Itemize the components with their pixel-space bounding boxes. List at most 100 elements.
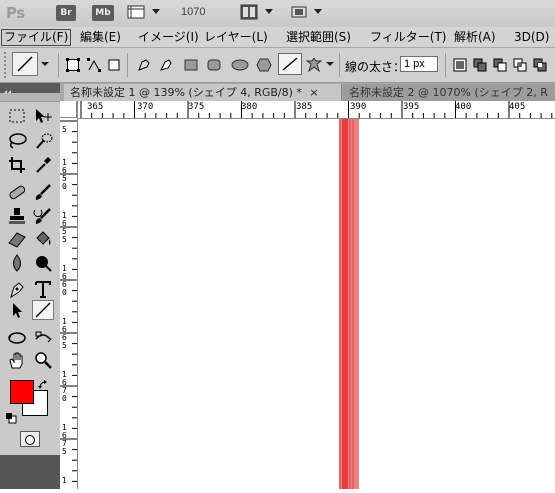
ruler-label: 405 <box>509 102 526 112</box>
menu-file[interactable]: ファイル(F) <box>1 29 72 46</box>
tab-document-2[interactable]: 名称未設定 2 @ 1070% (シェイプ 2, R <box>343 84 555 101</box>
screen-mode-chevron-down-icon[interactable] <box>314 9 322 14</box>
polygon-tool-icon[interactable] <box>256 57 272 72</box>
arrange-documents-icon[interactable] <box>240 4 258 20</box>
quick-selection-icon[interactable] <box>32 131 54 151</box>
menu-edit[interactable]: 編集(E) <box>80 30 121 45</box>
tab-close-icon[interactable]: × <box>309 86 318 99</box>
intersect-shape-areas-icon[interactable] <box>513 57 527 72</box>
healing-brush-icon[interactable] <box>6 182 28 202</box>
move-tool-icon[interactable] <box>32 106 54 126</box>
preset-chevron-down-icon[interactable] <box>41 62 49 66</box>
application-bar <box>0 0 555 27</box>
screen-mode-icon[interactable] <box>290 4 308 20</box>
view-extras-icon[interactable] <box>127 4 145 20</box>
arrange-chevron-down-icon[interactable] <box>265 9 273 14</box>
ruler-label: 395 <box>403 102 420 112</box>
menu-analysis[interactable]: 解析(A) <box>454 30 496 45</box>
marquee-tool-icon[interactable] <box>6 106 28 126</box>
add-to-shape-area-icon[interactable] <box>473 57 487 72</box>
foreground-color-swatch[interactable] <box>10 380 34 404</box>
dodge-tool-icon[interactable] <box>32 253 54 273</box>
eyedropper-icon[interactable] <box>32 155 54 175</box>
vertical-ruler-label: 1655 <box>62 211 67 244</box>
exclude-overlapping-icon[interactable] <box>533 57 547 72</box>
vertical-ruler-label: 1650 <box>62 158 67 191</box>
pen-tool-icon[interactable] <box>6 279 28 299</box>
blur-tool-icon[interactable] <box>6 253 28 273</box>
rectangle-tool-icon[interactable] <box>184 57 198 71</box>
vertical-ruler-label: 1 <box>62 476 67 485</box>
zoom-tool-icon[interactable] <box>32 350 54 370</box>
crop-tool-icon[interactable] <box>6 155 28 175</box>
options-divider <box>339 53 340 77</box>
tool-preset-picker[interactable] <box>12 52 38 76</box>
weight-input[interactable]: 1 px <box>400 56 438 72</box>
menu-filter[interactable]: フィルター(T) <box>370 30 446 45</box>
clone-stamp-icon[interactable] <box>6 206 28 226</box>
drawn-line-shape[interactable] <box>339 119 359 489</box>
shape-layers-icon[interactable] <box>66 57 80 72</box>
path-selection-icon[interactable] <box>6 300 28 320</box>
lasso-tool-icon[interactable] <box>6 131 28 151</box>
minibridge-button[interactable]: Mb <box>92 5 114 21</box>
rounded-rectangle-tool-icon[interactable] <box>207 57 221 71</box>
options-grip[interactable] <box>4 52 12 78</box>
vertical-ruler-label: 1660 <box>62 264 67 297</box>
line-tool-option-selected[interactable] <box>278 53 302 75</box>
view-extras-chevron-down-icon[interactable] <box>152 9 160 14</box>
line-tool-icon <box>17 56 33 72</box>
ruler-label: 365 <box>87 102 104 112</box>
tab-document-2-label: 名称未設定 2 @ 1070% (シェイプ 2, R <box>349 86 548 99</box>
tab-document-1-label: 名称未設定 1 @ 139% (シェイプ 4, RGB/8) * <box>70 86 302 99</box>
paths-icon[interactable] <box>87 57 101 72</box>
vertical-ruler-label: 1670 <box>62 370 67 403</box>
menu-select[interactable]: 選択範囲(S) <box>286 30 351 45</box>
weight-label: 線の太さ： <box>345 60 406 74</box>
paint-bucket-icon[interactable] <box>32 229 54 249</box>
vertical-ruler-label: 1675 <box>62 423 67 456</box>
freeform-pen-icon[interactable] <box>159 57 173 71</box>
brush-tool-icon[interactable] <box>32 182 54 202</box>
line-tool-icon[interactable] <box>32 300 54 320</box>
swap-colors-icon[interactable] <box>38 377 50 389</box>
quick-mask-mode-icon[interactable] <box>20 431 40 447</box>
create-new-shape-area-icon[interactable] <box>453 57 467 72</box>
3d-orbit-icon[interactable] <box>32 328 54 348</box>
vertical-ruler-label: 5 <box>62 125 67 134</box>
pen-tool-icon[interactable] <box>137 57 151 71</box>
history-brush-icon[interactable] <box>32 206 54 226</box>
photoshop-logo: Ps <box>6 4 25 22</box>
ruler-label: 390 <box>350 102 367 112</box>
zoom-level[interactable]: 1070 <box>181 6 205 18</box>
type-tool-icon[interactable] <box>32 279 54 299</box>
ruler-label: 375 <box>188 102 205 112</box>
eraser-tool-icon[interactable] <box>6 229 28 249</box>
ruler-label: 380 <box>241 102 258 112</box>
custom-shape-icon[interactable] <box>305 57 323 73</box>
menu-layer[interactable]: レイヤー(L) <box>204 30 268 45</box>
tools-panel-grip[interactable] <box>0 93 60 102</box>
tools-panel-header[interactable] <box>0 83 60 96</box>
menu-3d[interactable]: 3D(D) <box>514 30 549 45</box>
ruler-label: 370 <box>137 102 154 112</box>
ruler-label: 400 <box>455 102 472 112</box>
options-divider <box>127 53 128 77</box>
fill-pixels-icon[interactable] <box>107 57 121 71</box>
ruler-label: 385 <box>296 102 313 112</box>
tab-document-1[interactable]: 名称未設定 1 @ 139% (シェイプ 4, RGB/8) * × <box>64 84 342 101</box>
line-icon <box>282 57 298 71</box>
default-colors-icon[interactable] <box>5 409 17 424</box>
tools-panel-footer <box>0 455 60 489</box>
3d-rotate-icon[interactable] <box>6 328 28 348</box>
menu-image[interactable]: イメージ(I) <box>138 30 199 45</box>
ruler-origin[interactable] <box>60 101 77 118</box>
hand-tool-icon[interactable] <box>6 350 28 370</box>
vertical-ruler-label: 1665 <box>62 317 67 350</box>
document-canvas[interactable] <box>78 119 555 489</box>
shape-options-chevron-down-icon[interactable] <box>326 62 334 66</box>
subtract-from-shape-area-icon[interactable] <box>493 57 507 72</box>
options-divider <box>445 53 446 77</box>
ellipse-tool-icon[interactable] <box>231 57 249 71</box>
bridge-button[interactable]: Br <box>56 5 76 21</box>
